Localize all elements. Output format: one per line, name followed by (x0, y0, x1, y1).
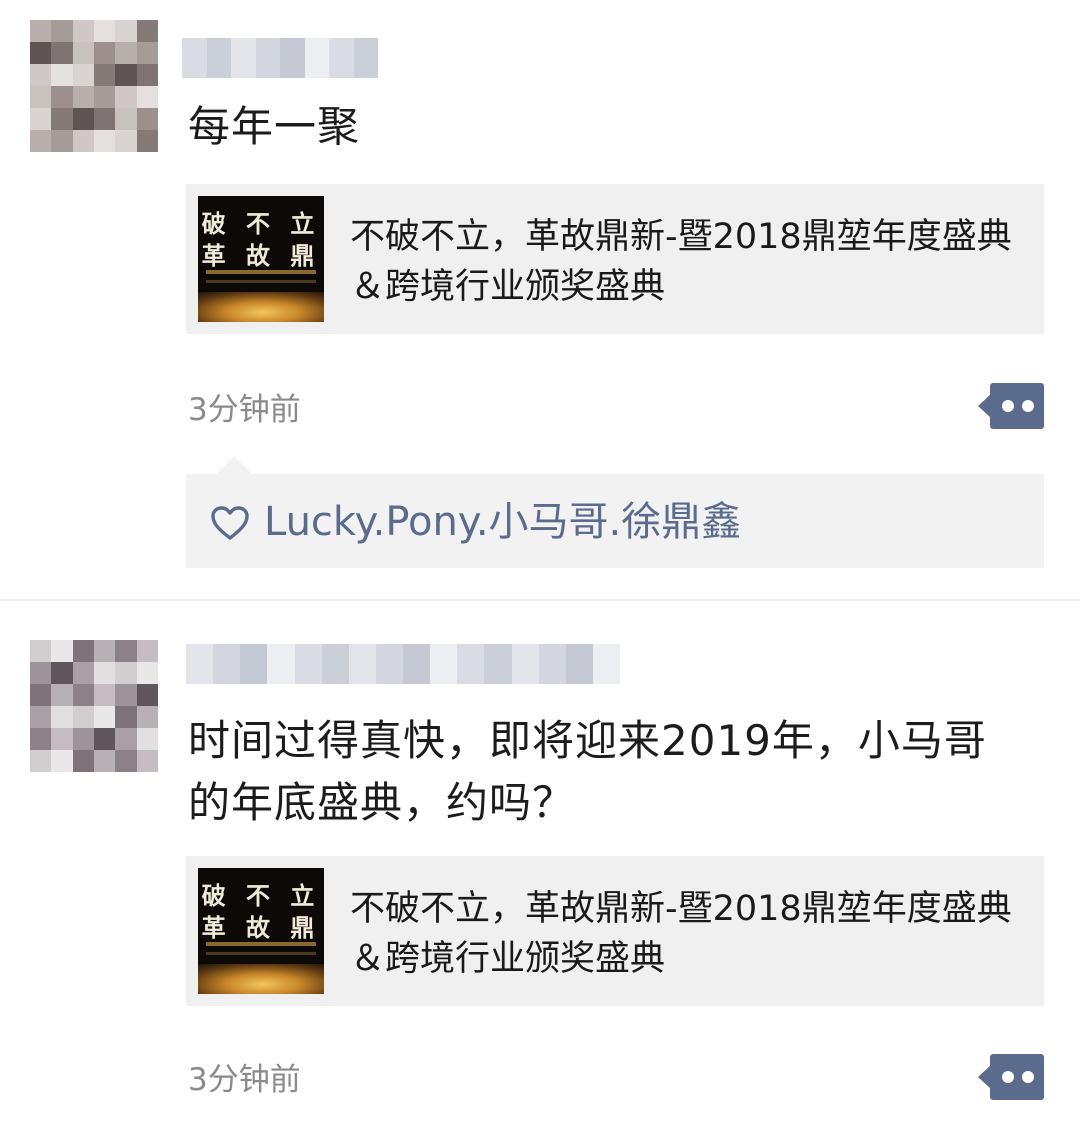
thumbnail-decoration (206, 942, 316, 946)
post-time: 3分钟前 (188, 392, 301, 428)
thumbnail-text: 破 不 立 (201, 881, 321, 910)
avatar[interactable] (30, 20, 158, 152)
more-dots-icon (1002, 400, 1014, 412)
post-time: 3分钟前 (188, 1062, 301, 1098)
moment-post: 每年一聚 破 不 立 革 故 鼎 不破不立，革故鼎新-暨2018鼎堃年度盛典＆跨… (0, 0, 1080, 600)
thumbnail-glow (198, 292, 324, 322)
thumbnail-text: 破 不 立 (201, 209, 321, 238)
link-thumbnail: 破 不 立 革 故 鼎 (198, 196, 324, 322)
thumbnail-decoration (206, 952, 316, 955)
thumbnail-text: 革 故 鼎 (201, 241, 321, 270)
shared-link-card[interactable]: 破 不 立 革 故 鼎 不破不立，革故鼎新-暨2018鼎堃年度盛典＆跨境行业颁奖… (186, 856, 1044, 1006)
thumbnail-decoration (206, 270, 316, 274)
author-name-blurred[interactable] (182, 38, 378, 78)
liker-name[interactable]: Lucky.Pony.小马哥.徐鼎鑫 (264, 494, 741, 550)
post-text: 时间过得真快，即将迎来2019年，小马哥的年底盛典，约吗？ (188, 716, 987, 827)
shared-link-card[interactable]: 破 不 立 革 故 鼎 不破不立，革故鼎新-暨2018鼎堃年度盛典＆跨境行业颁奖… (186, 184, 1044, 334)
link-title: 不破不立，革故鼎新-暨2018鼎堃年度盛典＆跨境行业颁奖盛典 (350, 217, 1012, 307)
likes-panel: Lucky.Pony.小马哥.徐鼎鑫 (186, 474, 1044, 568)
moment-post: 时间过得真快，即将迎来2019年，小马哥的年底盛典，约吗？ 破 不 立 革 故 … (0, 600, 1080, 1125)
more-actions-button[interactable] (978, 383, 1044, 429)
more-button-body (990, 1054, 1044, 1100)
more-button-body (990, 383, 1044, 429)
more-dots-icon (1022, 400, 1034, 412)
more-dots-icon (1002, 1071, 1014, 1083)
thumbnail-decoration (206, 280, 316, 283)
link-thumbnail: 破 不 立 革 故 鼎 (198, 868, 324, 994)
author-name-blurred[interactable] (186, 644, 620, 684)
more-dots-icon (1022, 1071, 1034, 1083)
more-actions-button[interactable] (978, 1054, 1044, 1100)
thumbnail-text: 革 故 鼎 (201, 913, 321, 942)
heart-icon (211, 506, 249, 540)
likes-caret (216, 456, 252, 474)
link-title: 不破不立，革故鼎新-暨2018鼎堃年度盛典＆跨境行业颁奖盛典 (350, 889, 1012, 979)
post-text: 每年一聚 (188, 102, 361, 151)
avatar[interactable] (30, 640, 158, 772)
thumbnail-glow (198, 964, 324, 994)
